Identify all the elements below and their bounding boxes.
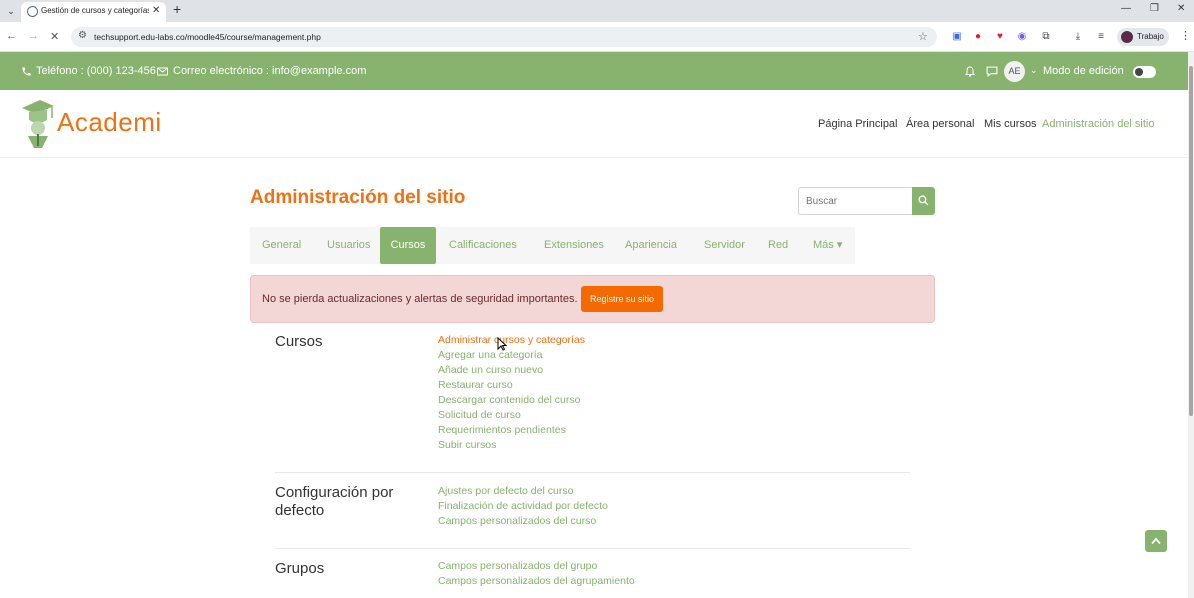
tab-server[interactable]: Servidor bbox=[704, 227, 745, 264]
bell-icon[interactable] bbox=[965, 66, 975, 77]
groups-links: Campos personalizados del grupo Campos p… bbox=[438, 559, 635, 589]
tab-more[interactable]: Más ▾ bbox=[813, 227, 842, 264]
phone-text: Teléfono : (000) 123-456 bbox=[36, 65, 156, 77]
link-pending-requests[interactable]: Requerimientos pendientes bbox=[438, 423, 585, 438]
nav-my-courses-link[interactable]: Mis cursos bbox=[984, 118, 1037, 130]
link-upload-courses[interactable]: Subir cursos bbox=[438, 438, 585, 453]
link-add-course[interactable]: Añade un curso nuevo bbox=[438, 363, 585, 378]
stop-loading-icon[interactable]: ✕ bbox=[50, 30, 59, 43]
courses-links: Administrar cursos y categorías Agregar … bbox=[438, 333, 585, 453]
security-alert: No se pierda actualizaciones y alertas d… bbox=[250, 275, 935, 323]
back-icon[interactable]: ← bbox=[6, 30, 17, 42]
extension-heart-icon[interactable]: ♥ bbox=[994, 31, 1006, 43]
profile-name: Trabajo bbox=[1137, 32, 1164, 41]
link-restore-course[interactable]: Restaurar curso bbox=[438, 378, 585, 393]
search-icon bbox=[918, 195, 929, 206]
section-divider bbox=[275, 548, 910, 549]
alert-message: No se pierda actualizaciones y alertas d… bbox=[262, 293, 578, 305]
site-header: Academi Página Principal Área personal M… bbox=[0, 90, 1188, 158]
restore-icon[interactable]: ❐ bbox=[1150, 3, 1159, 14]
tab-close-icon[interactable]: ✕ bbox=[152, 5, 160, 16]
section-divider bbox=[275, 472, 910, 473]
nav-home-link[interactable]: Página Principal bbox=[818, 118, 898, 130]
extension-opera-icon[interactable]: ● bbox=[972, 31, 984, 43]
chevron-up-icon bbox=[1151, 537, 1161, 545]
link-add-category[interactable]: Agregar una categoría bbox=[438, 348, 585, 363]
search-button[interactable] bbox=[912, 187, 935, 215]
defaults-links: Ajustes por defecto del curso Finalizaci… bbox=[438, 484, 608, 529]
link-course-request[interactable]: Solicitud de curso bbox=[438, 408, 585, 423]
profile-avatar bbox=[1121, 31, 1133, 43]
browser-tab-title: Gestión de cursos y categorías | bbox=[41, 6, 149, 15]
section-title-groups: Grupos bbox=[275, 560, 325, 577]
link-group-custom-fields[interactable]: Campos personalizados del grupo bbox=[438, 559, 635, 574]
page-scrollbar[interactable] bbox=[1188, 52, 1194, 598]
back-to-top-button[interactable] bbox=[1145, 530, 1167, 552]
url-text[interactable]: techsupport.edu-labs.co/moodle45/course/… bbox=[94, 32, 321, 42]
browser-menu-icon[interactable]: ⋮ bbox=[1180, 29, 1191, 42]
new-tab-button[interactable]: + bbox=[173, 1, 181, 17]
chat-icon[interactable] bbox=[986, 66, 998, 77]
admin-search-input[interactable] bbox=[798, 187, 913, 215]
email-text: Correo electrónico : info@example.com bbox=[173, 65, 367, 77]
link-download-content[interactable]: Descargar contenido del curso bbox=[438, 393, 585, 408]
nav-dashboard-link[interactable]: Área personal bbox=[906, 118, 975, 130]
window-close-icon[interactable]: ✕ bbox=[1177, 3, 1185, 14]
minimize-icon[interactable]: — bbox=[1121, 3, 1131, 14]
site-info-icon[interactable]: ⚙ bbox=[78, 30, 87, 41]
favicon-icon bbox=[27, 6, 38, 17]
profile-button[interactable]: Trabajo bbox=[1117, 28, 1169, 46]
top-info-bar: Teléfono : (000) 123-456 Correo electrón… bbox=[0, 52, 1188, 90]
address-bar[interactable]: ⚙ techsupport.edu-labs.co/moodle45/cours… bbox=[71, 27, 937, 47]
link-course-defaults[interactable]: Ajustes por defecto del curso bbox=[438, 484, 608, 499]
envelope-icon bbox=[157, 67, 168, 76]
tab-network[interactable]: Red bbox=[768, 227, 788, 264]
link-grouping-custom-fields[interactable]: Campos personalizados del agrupamiento bbox=[438, 574, 635, 589]
tab-courses[interactable]: Cursos bbox=[380, 227, 436, 264]
link-course-custom-fields[interactable]: Campos personalizados del curso bbox=[438, 514, 608, 529]
register-site-button[interactable]: Registre su sitio bbox=[581, 286, 663, 312]
browser-tab-strip: ⌄ Gestión de cursos y categorías | ✕ + —… bbox=[0, 0, 1194, 22]
page-title: Administración del sitio bbox=[250, 187, 466, 208]
user-avatar[interactable]: AE bbox=[1004, 61, 1025, 82]
chevron-down-icon[interactable]: ⌄ bbox=[1030, 65, 1038, 76]
section-title-defaults: Configuración por defecto bbox=[275, 484, 394, 519]
admin-tabs: General Usuarios Cursos Calificaciones E… bbox=[250, 227, 855, 264]
edit-mode-toggle[interactable] bbox=[1133, 66, 1156, 78]
nav-site-admin-link[interactable]: Administración del sitio bbox=[1042, 118, 1155, 130]
edit-mode-label: Modo de edición bbox=[1043, 65, 1124, 77]
mouse-cursor-icon bbox=[497, 337, 507, 351]
bookmark-star-icon[interactable]: ☆ bbox=[918, 30, 928, 43]
tab-grades[interactable]: Calificaciones bbox=[449, 227, 517, 264]
tab-plugins[interactable]: Extensiones bbox=[544, 227, 604, 264]
extension-circle-icon[interactable]: ◉ bbox=[1016, 31, 1028, 43]
link-activity-completion[interactable]: Finalización de actividad por defecto bbox=[438, 499, 608, 514]
extensions-puzzle-icon[interactable]: ⧉ bbox=[1040, 31, 1052, 43]
browser-tab[interactable]: Gestión de cursos y categorías | ✕ bbox=[21, 2, 166, 22]
logo-text[interactable]: Academi bbox=[57, 107, 162, 138]
section-title-courses: Cursos bbox=[275, 333, 323, 350]
toggle-knob bbox=[1135, 68, 1143, 76]
forward-icon[interactable]: → bbox=[28, 30, 39, 42]
tab-search-icon[interactable]: ⌄ bbox=[3, 3, 19, 19]
download-icon[interactable]: ⤓ bbox=[1072, 31, 1084, 43]
phone-icon bbox=[22, 67, 31, 76]
graduation-cap-logo-icon[interactable] bbox=[20, 98, 56, 148]
tab-users[interactable]: Usuarios bbox=[327, 227, 370, 264]
tab-appearance[interactable]: Apariencia bbox=[625, 227, 677, 264]
browser-toolbar: ← → ✕ ⚙ techsupport.edu-labs.co/moodle45… bbox=[0, 22, 1194, 52]
scrollbar-thumb[interactable] bbox=[1189, 66, 1193, 416]
link-manage-courses[interactable]: Administrar cursos y categorías bbox=[438, 333, 585, 348]
extension-translate-icon[interactable]: ▣ bbox=[951, 31, 963, 43]
tab-general[interactable]: General bbox=[262, 227, 301, 264]
media-controls-icon[interactable]: ≡ bbox=[1095, 31, 1107, 43]
